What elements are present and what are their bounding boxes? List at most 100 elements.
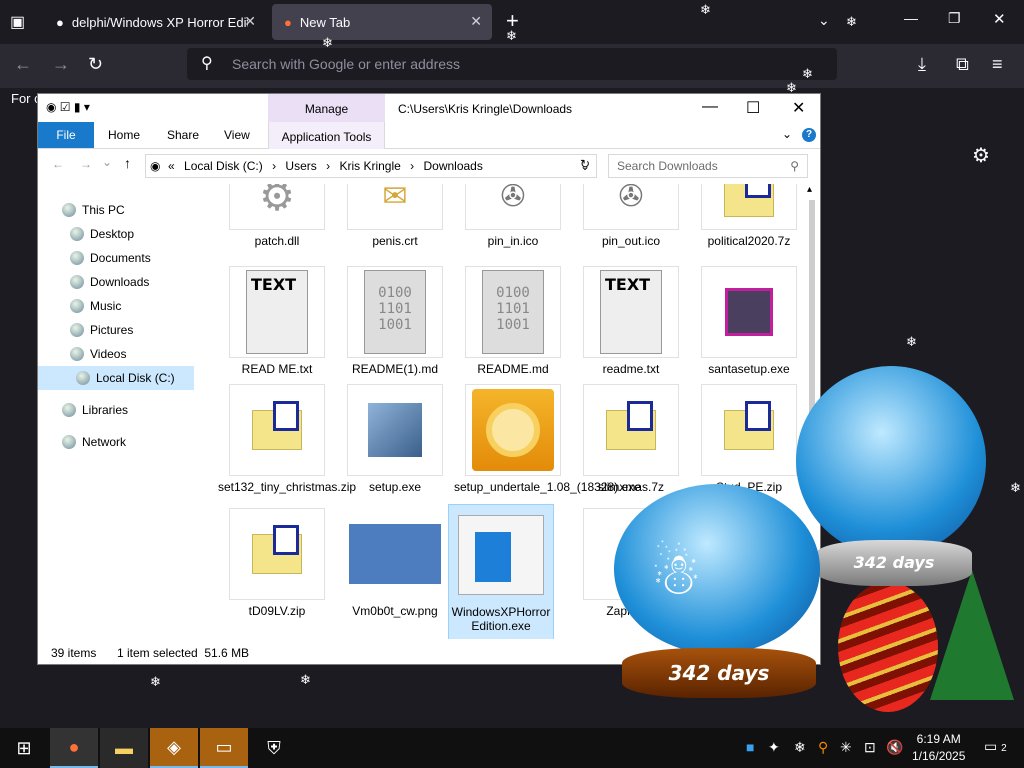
chevron-down-icon[interactable]: ⌄ <box>782 127 792 141</box>
file-item[interactable]: ⚙ patch.dll <box>218 184 336 248</box>
scroll-up-icon[interactable]: ▴ <box>807 184 812 195</box>
forward-icon[interactable]: → <box>52 54 70 75</box>
file-item[interactable]: ✉ penis.crt <box>336 184 454 248</box>
nav-music[interactable]: Music <box>70 294 121 318</box>
markdown-file-icon: 0100 1101 1001 <box>465 266 561 358</box>
refresh-icon[interactable]: ↻ <box>580 157 590 171</box>
extensions-icon[interactable]: ⧉ <box>956 54 969 75</box>
clock[interactable]: 6:19 AM 1/16/2025 <box>912 731 965 765</box>
forward-icon[interactable]: → <box>80 157 92 171</box>
dll-icon: ⚙ <box>229 184 325 230</box>
help-icon[interactable]: ? <box>802 128 816 142</box>
nav-documents[interactable]: Documents <box>70 246 151 270</box>
file-item[interactable]: tD09LV.zip <box>218 508 336 618</box>
snowflake-icon: ❄ <box>802 66 813 81</box>
breadcrumb-downloads[interactable]: Downloads <box>423 159 482 173</box>
notification-button[interactable]: ▭ 2 <box>984 738 1007 755</box>
tab-home[interactable]: Home <box>108 128 140 142</box>
snow-globe <box>796 366 986 556</box>
file-name: tD09LV.zip <box>248 604 306 618</box>
installer-icon: ◈ <box>167 736 181 757</box>
recent-locations-icon[interactable]: ⌄ <box>102 155 112 169</box>
notification-icon: ▭ <box>984 738 998 754</box>
quick-access-icon[interactable]: ◉ ☑ ▮ ▾ <box>46 100 90 114</box>
network-icon[interactable]: ⊡ <box>864 739 876 756</box>
tab-github[interactable]: ● delphi/Windows XP Horror Edit ✕ <box>44 4 266 40</box>
reload-icon[interactable]: ↻ <box>88 54 103 75</box>
back-icon[interactable]: ← <box>14 54 32 75</box>
nav-label: Desktop <box>90 227 135 241</box>
download-icon[interactable]: ⤓ <box>918 54 926 75</box>
close-tab-icon[interactable]: ✕ <box>244 13 256 30</box>
documents-icon <box>70 251 84 265</box>
snowflake-icon: ❄ <box>506 28 517 43</box>
close-window-icon[interactable]: ✕ <box>993 10 1006 28</box>
chevron-down-icon[interactable]: ⌄ <box>818 12 830 29</box>
tab-view[interactable]: View <box>224 128 250 142</box>
url-bar[interactable]: ⚲ Search with Google or enter address <box>187 48 837 80</box>
file-item[interactable]: setup_undertale_1.08_(18328).exe <box>454 384 641 494</box>
nav-desktop[interactable]: Desktop <box>70 222 134 246</box>
breadcrumb-local-disk[interactable]: Local Disk (C:) <box>184 159 263 173</box>
back-icon[interactable]: ← <box>52 157 64 171</box>
volume-muted-icon[interactable]: 🔇 <box>886 739 903 756</box>
text-file-icon: TEXT <box>229 266 325 358</box>
tray-app-icon[interactable]: ■ <box>746 739 754 755</box>
start-button[interactable]: ⊞ <box>0 728 48 768</box>
file-item[interactable]: ✇ pin_out.ico <box>572 184 690 248</box>
minimize-icon[interactable]: — <box>904 10 918 26</box>
breadcrumb-users[interactable]: Users <box>285 159 316 173</box>
file-name: penis.crt <box>372 234 418 248</box>
minimize-icon[interactable]: — <box>702 98 718 116</box>
file-item[interactable]: TEXT readme.txt <box>572 266 690 376</box>
tray-app-icon[interactable]: ✳ <box>840 739 852 756</box>
taskbar-security[interactable]: ⛨ <box>250 728 298 768</box>
tab-application-tools[interactable]: Application Tools <box>268 122 385 149</box>
up-icon[interactable]: ↑ <box>124 155 131 171</box>
file-item[interactable]: santasetup.exe <box>690 266 798 376</box>
file-item[interactable]: 0100 1101 1001 README.md <box>454 266 572 376</box>
undertale-setup-icon <box>465 384 561 476</box>
file-item[interactable]: set132_tiny_christmas.zip <box>218 384 356 494</box>
restore-icon[interactable]: ❐ <box>948 10 961 27</box>
nav-pictures[interactable]: Pictures <box>70 318 133 342</box>
close-icon[interactable]: ✕ <box>792 98 805 118</box>
nav-local-disk[interactable]: Local Disk (C:) <box>38 366 194 390</box>
tab-list-icon[interactable]: ▣ <box>10 12 25 32</box>
file-item[interactable]: Vm0b0t_cw.png <box>336 508 454 618</box>
file-item[interactable]: 0100 1101 1001 README(1).md <box>336 266 454 376</box>
file-item[interactable]: TEXT READ ME.txt <box>218 266 336 376</box>
maximize-icon[interactable]: ☐ <box>746 98 760 118</box>
file-item[interactable]: setup.exe <box>336 384 454 494</box>
snowflake-icon: ❄ <box>906 334 917 349</box>
nav-libraries[interactable]: Libraries <box>62 398 128 422</box>
taskbar-setup[interactable]: ◈ <box>150 728 198 768</box>
tray-app-icon[interactable]: ❄ <box>794 739 806 756</box>
nav-videos[interactable]: Videos <box>70 342 126 366</box>
nav-network[interactable]: Network <box>62 430 126 454</box>
tab-new-tab[interactable]: ● New Tab ✕ <box>272 4 492 40</box>
file-item[interactable]: Stud_PE.zip <box>690 384 798 494</box>
file-item[interactable]: slimxmas.7z <box>572 384 690 494</box>
taskbar-firefox[interactable]: ● <box>50 728 98 768</box>
christmas-tree <box>930 570 1014 700</box>
manage-tab[interactable]: Manage <box>268 94 385 122</box>
file-item[interactable]: ✇ pin_in.ico <box>454 184 572 248</box>
file-item[interactable]: political2020.7z <box>690 184 798 248</box>
archive-icon <box>583 384 679 476</box>
tray-app-icon[interactable]: ✦ <box>768 739 780 756</box>
nav-downloads[interactable]: Downloads <box>70 270 149 294</box>
nav-this-pc[interactable]: This PC <box>62 198 125 222</box>
tab-share[interactable]: Share <box>167 128 199 142</box>
address-bar[interactable]: ◉ « Local Disk (C:) › Users › Kris Kring… <box>145 154 597 178</box>
tray-search-icon[interactable]: ⚲ <box>818 739 828 756</box>
gear-icon[interactable]: ⚙ <box>972 143 990 168</box>
search-input[interactable]: Search Downloads ⚲ <box>608 154 808 178</box>
breadcrumb-kris-kringle[interactable]: Kris Kringle <box>339 159 400 173</box>
taskbar-app[interactable]: ▭ <box>200 728 248 768</box>
close-tab-icon[interactable]: ✕ <box>470 13 482 30</box>
menu-icon[interactable]: ≡ <box>992 54 1003 75</box>
taskbar-file-explorer[interactable]: ▬ <box>100 728 148 768</box>
tab-file[interactable]: File <box>38 122 94 148</box>
file-item-selected[interactable]: WindowsXPHorrorEdition.exe <box>448 504 554 639</box>
